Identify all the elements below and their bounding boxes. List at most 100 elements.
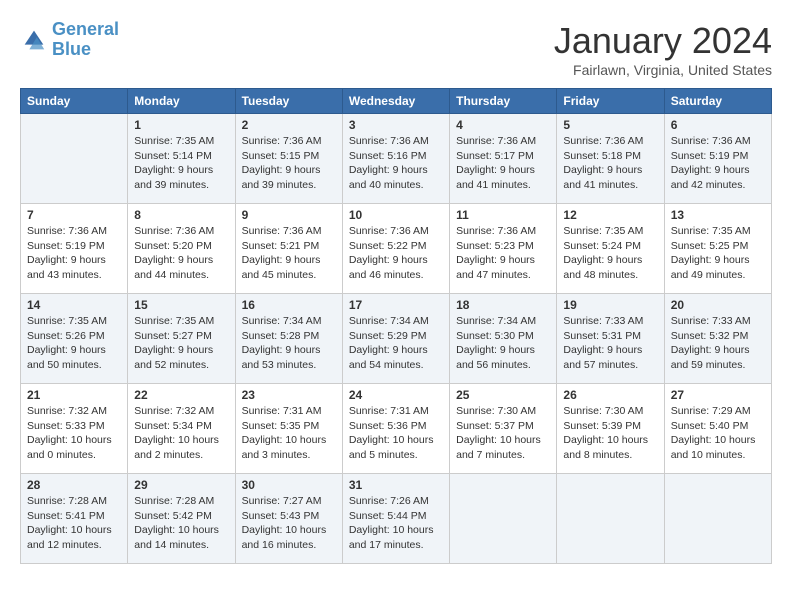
logo-text: General Blue	[52, 20, 119, 60]
day-number: 15	[134, 298, 228, 312]
column-header-saturday: Saturday	[664, 89, 771, 114]
column-header-tuesday: Tuesday	[235, 89, 342, 114]
calendar-cell: 4 Sunrise: 7:36 AMSunset: 5:17 PMDaylight…	[450, 114, 557, 204]
day-number: 5	[563, 118, 657, 132]
calendar-cell: 14 Sunrise: 7:35 AMSunset: 5:26 PMDayligh…	[21, 294, 128, 384]
day-info: Sunrise: 7:28 AMSunset: 5:42 PMDaylight:…	[134, 494, 228, 553]
day-info: Sunrise: 7:31 AMSunset: 5:35 PMDaylight:…	[242, 404, 336, 463]
calendar-cell	[557, 474, 664, 564]
day-info: Sunrise: 7:36 AMSunset: 5:19 PMDaylight:…	[671, 134, 765, 193]
day-info: Sunrise: 7:36 AMSunset: 5:21 PMDaylight:…	[242, 224, 336, 283]
calendar-cell: 19 Sunrise: 7:33 AMSunset: 5:31 PMDayligh…	[557, 294, 664, 384]
day-number: 1	[134, 118, 228, 132]
day-info: Sunrise: 7:36 AMSunset: 5:22 PMDaylight:…	[349, 224, 443, 283]
day-info: Sunrise: 7:28 AMSunset: 5:41 PMDaylight:…	[27, 494, 121, 553]
calendar-cell	[450, 474, 557, 564]
day-number: 12	[563, 208, 657, 222]
calendar-cell: 12 Sunrise: 7:35 AMSunset: 5:24 PMDayligh…	[557, 204, 664, 294]
location: Fairlawn, Virginia, United States	[554, 62, 772, 78]
day-number: 13	[671, 208, 765, 222]
day-number: 7	[27, 208, 121, 222]
column-header-sunday: Sunday	[21, 89, 128, 114]
day-info: Sunrise: 7:27 AMSunset: 5:43 PMDaylight:…	[242, 494, 336, 553]
week-row-2: 7 Sunrise: 7:36 AMSunset: 5:19 PMDaylight…	[21, 204, 772, 294]
day-info: Sunrise: 7:30 AMSunset: 5:39 PMDaylight:…	[563, 404, 657, 463]
day-info: Sunrise: 7:34 AMSunset: 5:29 PMDaylight:…	[349, 314, 443, 373]
week-row-4: 21 Sunrise: 7:32 AMSunset: 5:33 PMDayligh…	[21, 384, 772, 474]
day-number: 16	[242, 298, 336, 312]
day-number: 22	[134, 388, 228, 402]
day-info: Sunrise: 7:32 AMSunset: 5:33 PMDaylight:…	[27, 404, 121, 463]
week-row-1: 1 Sunrise: 7:35 AMSunset: 5:14 PMDaylight…	[21, 114, 772, 204]
day-number: 28	[27, 478, 121, 492]
calendar-cell	[21, 114, 128, 204]
page-header: General Blue January 2024 Fairlawn, Virg…	[20, 20, 772, 78]
day-info: Sunrise: 7:30 AMSunset: 5:37 PMDaylight:…	[456, 404, 550, 463]
title-block: January 2024 Fairlawn, Virginia, United …	[554, 20, 772, 78]
day-number: 29	[134, 478, 228, 492]
day-number: 4	[456, 118, 550, 132]
day-info: Sunrise: 7:34 AMSunset: 5:28 PMDaylight:…	[242, 314, 336, 373]
day-number: 10	[349, 208, 443, 222]
day-number: 25	[456, 388, 550, 402]
calendar-cell: 1 Sunrise: 7:35 AMSunset: 5:14 PMDaylight…	[128, 114, 235, 204]
day-info: Sunrise: 7:33 AMSunset: 5:32 PMDaylight:…	[671, 314, 765, 373]
day-info: Sunrise: 7:36 AMSunset: 5:19 PMDaylight:…	[27, 224, 121, 283]
day-info: Sunrise: 7:35 AMSunset: 5:24 PMDaylight:…	[563, 224, 657, 283]
day-number: 11	[456, 208, 550, 222]
day-info: Sunrise: 7:26 AMSunset: 5:44 PMDaylight:…	[349, 494, 443, 553]
day-number: 24	[349, 388, 443, 402]
calendar-cell: 2Sunrise: 7:36 AMSunset: 5:15 PMDaylight…	[235, 114, 342, 204]
calendar-cell: 25 Sunrise: 7:30 AMSunset: 5:37 PMDayligh…	[450, 384, 557, 474]
day-number: 23	[242, 388, 336, 402]
calendar-cell: 21 Sunrise: 7:32 AMSunset: 5:33 PMDayligh…	[21, 384, 128, 474]
day-info: Sunrise: 7:34 AMSunset: 5:30 PMDaylight:…	[456, 314, 550, 373]
calendar-cell: 26 Sunrise: 7:30 AMSunset: 5:39 PMDayligh…	[557, 384, 664, 474]
calendar-cell	[664, 474, 771, 564]
calendar-cell: 24 Sunrise: 7:31 AMSunset: 5:36 PMDayligh…	[342, 384, 449, 474]
calendar-cell: 6 Sunrise: 7:36 AMSunset: 5:19 PMDaylight…	[664, 114, 771, 204]
column-header-wednesday: Wednesday	[342, 89, 449, 114]
calendar-cell: 22 Sunrise: 7:32 AMSunset: 5:34 PMDayligh…	[128, 384, 235, 474]
calendar-cell: 17 Sunrise: 7:34 AMSunset: 5:29 PMDayligh…	[342, 294, 449, 384]
calendar-cell: 11 Sunrise: 7:36 AMSunset: 5:23 PMDayligh…	[450, 204, 557, 294]
column-header-thursday: Thursday	[450, 89, 557, 114]
day-info: Sunrise: 7:31 AMSunset: 5:36 PMDaylight:…	[349, 404, 443, 463]
calendar-table: SundayMondayTuesdayWednesdayThursdayFrid…	[20, 88, 772, 564]
day-number: 19	[563, 298, 657, 312]
day-number: 6	[671, 118, 765, 132]
day-info: Sunrise: 7:36 AMSunset: 5:18 PMDaylight:…	[563, 134, 657, 193]
day-info: Sunrise: 7:36 AMSunset: 5:20 PMDaylight:…	[134, 224, 228, 283]
day-info: Sunrise: 7:36 AMSunset: 5:17 PMDaylight:…	[456, 134, 550, 193]
column-header-monday: Monday	[128, 89, 235, 114]
day-info: Sunrise: 7:29 AMSunset: 5:40 PMDaylight:…	[671, 404, 765, 463]
day-number: 3	[349, 118, 443, 132]
day-number: 20	[671, 298, 765, 312]
day-number: 8	[134, 208, 228, 222]
day-info: Sunrise: 7:35 AMSunset: 5:26 PMDaylight:…	[27, 314, 121, 373]
day-number: 18	[456, 298, 550, 312]
calendar-cell: 10 Sunrise: 7:36 AMSunset: 5:22 PMDayligh…	[342, 204, 449, 294]
day-info: Sunrise: 7:36 AMSunset: 5:15 PMDaylight:…	[242, 134, 336, 193]
day-number: 17	[349, 298, 443, 312]
calendar-cell: 29 Sunrise: 7:28 AMSunset: 5:42 PMDayligh…	[128, 474, 235, 564]
calendar-cell: 16 Sunrise: 7:34 AMSunset: 5:28 PMDayligh…	[235, 294, 342, 384]
month-title: January 2024	[554, 20, 772, 62]
header-row: SundayMondayTuesdayWednesdayThursdayFrid…	[21, 89, 772, 114]
calendar-cell: 20 Sunrise: 7:33 AMSunset: 5:32 PMDayligh…	[664, 294, 771, 384]
calendar-cell: 27 Sunrise: 7:29 AMSunset: 5:40 PMDayligh…	[664, 384, 771, 474]
week-row-3: 14 Sunrise: 7:35 AMSunset: 5:26 PMDayligh…	[21, 294, 772, 384]
day-info: Sunrise: 7:33 AMSunset: 5:31 PMDaylight:…	[563, 314, 657, 373]
calendar-cell: 31Sunrise: 7:26 AMSunset: 5:44 PMDayligh…	[342, 474, 449, 564]
day-number: 26	[563, 388, 657, 402]
day-number: 27	[671, 388, 765, 402]
calendar-cell: 23 Sunrise: 7:31 AMSunset: 5:35 PMDayligh…	[235, 384, 342, 474]
calendar-cell: 8 Sunrise: 7:36 AMSunset: 5:20 PMDaylight…	[128, 204, 235, 294]
day-number: 14	[27, 298, 121, 312]
day-info: Sunrise: 7:35 AMSunset: 5:14 PMDaylight:…	[134, 134, 228, 193]
calendar-cell: 3Sunrise: 7:36 AMSunset: 5:16 PMDaylight…	[342, 114, 449, 204]
day-info: Sunrise: 7:32 AMSunset: 5:34 PMDaylight:…	[134, 404, 228, 463]
calendar-cell: 15Sunrise: 7:35 AMSunset: 5:27 PMDayligh…	[128, 294, 235, 384]
day-number: 21	[27, 388, 121, 402]
day-info: Sunrise: 7:36 AMSunset: 5:23 PMDaylight:…	[456, 224, 550, 283]
